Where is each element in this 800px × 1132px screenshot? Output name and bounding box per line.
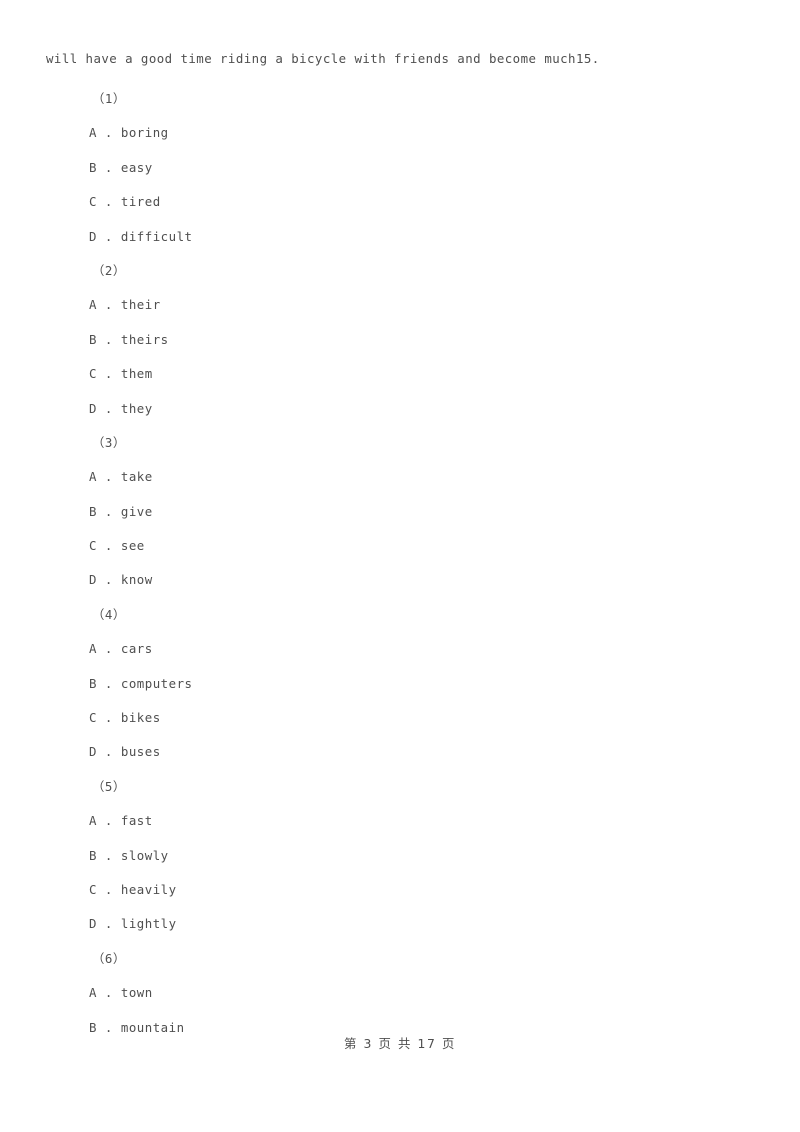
option-label: C . bbox=[89, 194, 113, 210]
answer-option[interactable]: B . give bbox=[0, 495, 800, 529]
option-label: A . bbox=[89, 469, 113, 485]
answer-option[interactable]: B . easy bbox=[0, 151, 800, 185]
question-block: （3） A . take B . give C . see D . know bbox=[0, 426, 800, 598]
option-label: B . bbox=[89, 1019, 113, 1035]
option-text: bikes bbox=[120, 710, 161, 726]
option-label: C . bbox=[89, 881, 113, 897]
option-label: D . bbox=[89, 400, 113, 416]
option-text: know bbox=[120, 572, 153, 588]
option-label: B . bbox=[89, 331, 113, 347]
option-label: B . bbox=[89, 675, 113, 691]
option-text: fast bbox=[120, 813, 153, 829]
option-text: them bbox=[120, 366, 153, 382]
answer-option[interactable]: D . they bbox=[0, 392, 800, 426]
option-label: A . bbox=[89, 813, 113, 829]
option-text: see bbox=[120, 538, 145, 554]
option-text: take bbox=[120, 469, 153, 485]
option-text: their bbox=[120, 297, 161, 313]
answer-option[interactable]: A . take bbox=[0, 460, 800, 494]
answer-option[interactable]: C . tired bbox=[0, 185, 800, 219]
answer-option[interactable]: D . difficult bbox=[0, 220, 800, 254]
option-text: mountain bbox=[120, 1019, 185, 1035]
answer-option[interactable]: A . town bbox=[0, 976, 800, 1010]
option-text: computers bbox=[120, 675, 193, 691]
question-number: （2） bbox=[92, 262, 126, 278]
page-footer: 第 3 页 共 17 页 bbox=[343, 1036, 457, 1051]
answer-option[interactable]: C . them bbox=[0, 357, 800, 391]
option-label: B . bbox=[89, 847, 113, 863]
question-number: （6） bbox=[92, 950, 126, 966]
answer-option[interactable]: B . computers bbox=[0, 667, 800, 701]
answer-option[interactable]: D . know bbox=[0, 563, 800, 597]
question-block: （1） A . boring B . easy C . tired D . diffic… bbox=[0, 82, 800, 254]
question-block: （5） A . fast B . slowly C . heavily D . ligh… bbox=[0, 770, 800, 942]
answer-option[interactable]: C . bikes bbox=[0, 701, 800, 735]
option-text: difficult bbox=[120, 228, 193, 244]
answer-option[interactable]: A . boring bbox=[0, 116, 800, 150]
option-text: town bbox=[120, 985, 153, 1001]
question-number: （3） bbox=[92, 434, 126, 450]
option-label: D . bbox=[89, 744, 113, 760]
answer-option[interactable]: A . fast bbox=[0, 804, 800, 838]
question-number: （5） bbox=[92, 778, 126, 794]
question-number: （1） bbox=[92, 91, 126, 106]
option-label: A . bbox=[89, 641, 113, 657]
answer-option[interactable]: A . their bbox=[0, 288, 800, 322]
question-block: （4） A . cars B . computers C . bikes D . bus… bbox=[0, 598, 800, 770]
option-label: D . bbox=[89, 228, 113, 244]
option-label: C . bbox=[89, 710, 113, 726]
option-text: buses bbox=[120, 744, 161, 760]
option-text: lightly bbox=[120, 916, 177, 932]
option-label: D . bbox=[89, 916, 113, 932]
question-block: （6） A . town B . mountain bbox=[0, 942, 800, 1045]
question-block: （2） A . their B . theirs C . them D . they bbox=[0, 254, 800, 426]
option-label: C . bbox=[89, 538, 113, 554]
option-text: cars bbox=[120, 641, 153, 657]
option-label: B . bbox=[89, 159, 113, 175]
option-text: slowly bbox=[120, 847, 169, 863]
answer-option[interactable]: C . heavily bbox=[0, 873, 800, 907]
answer-option[interactable]: C . see bbox=[0, 529, 800, 563]
document-page: will have a good time riding a bicycle w… bbox=[0, 0, 800, 1132]
option-label: A . bbox=[89, 125, 113, 141]
option-text: give bbox=[120, 503, 153, 519]
option-text: easy bbox=[120, 159, 153, 175]
answer-option[interactable]: B . theirs bbox=[0, 323, 800, 357]
question-list: （1） A . boring B . easy C . tired D . diffic… bbox=[0, 82, 800, 1045]
answer-option[interactable]: B . slowly bbox=[0, 839, 800, 873]
answer-option[interactable]: A . cars bbox=[0, 632, 800, 666]
option-label: A . bbox=[89, 297, 113, 313]
option-label: C . bbox=[89, 366, 113, 382]
option-label: D . bbox=[89, 572, 113, 588]
option-text: theirs bbox=[120, 331, 169, 347]
passage-text-line: will have a good time riding a bicycle w… bbox=[46, 51, 600, 66]
question-number: （4） bbox=[92, 606, 126, 622]
option-text: heavily bbox=[120, 881, 177, 897]
option-label: B . bbox=[89, 503, 113, 519]
option-text: boring bbox=[120, 125, 169, 141]
option-text: they bbox=[120, 400, 153, 416]
option-text: tired bbox=[120, 194, 161, 210]
answer-option[interactable]: D . lightly bbox=[0, 907, 800, 941]
option-label: A . bbox=[89, 985, 113, 1001]
answer-option[interactable]: D . buses bbox=[0, 735, 800, 769]
